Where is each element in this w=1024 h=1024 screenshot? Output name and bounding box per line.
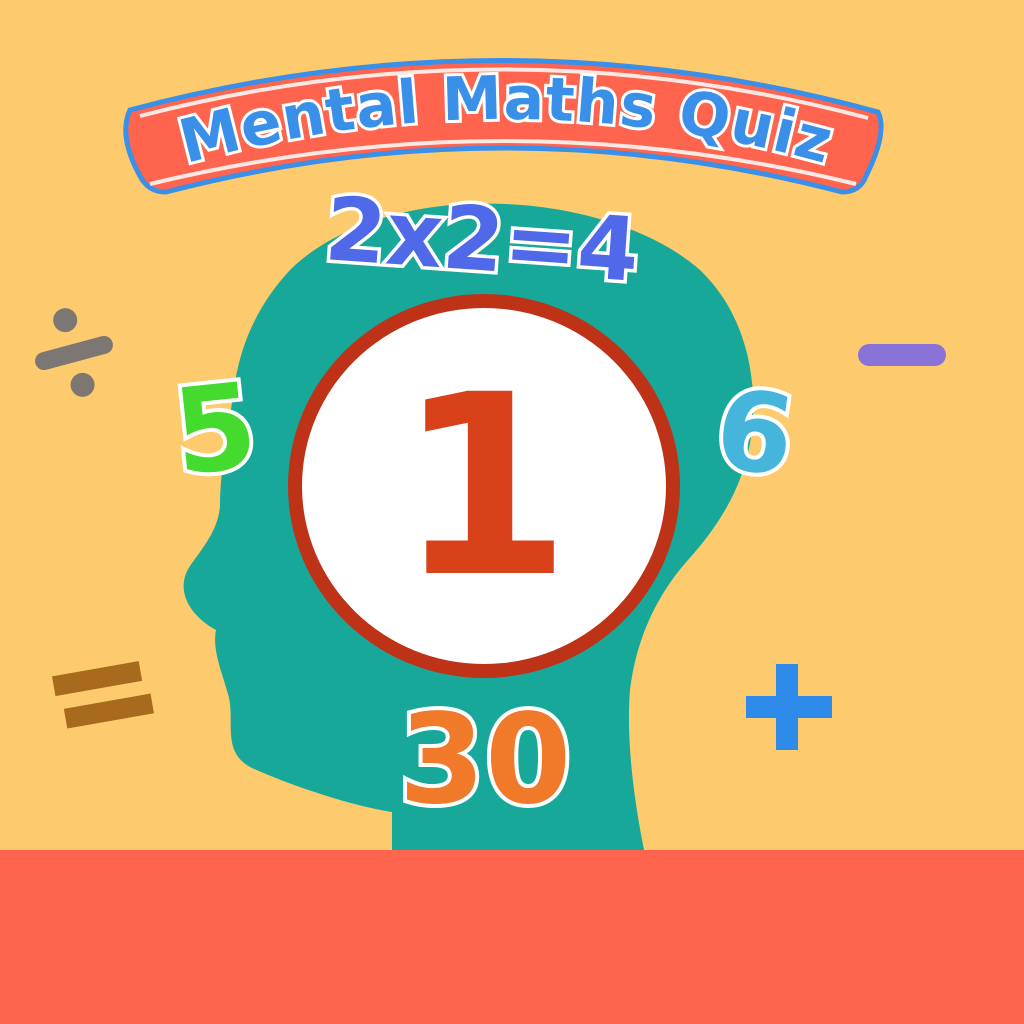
ground-band bbox=[0, 850, 1024, 1024]
number-badge: 1 bbox=[288, 294, 680, 678]
floating-number-five: 5 bbox=[163, 352, 267, 506]
app-icon-artwork: Mental Maths Quiz 2x2=4 1 5 6 30 bbox=[0, 0, 1024, 1024]
minus-symbol-icon bbox=[858, 344, 946, 366]
floating-number-thirty: 30 bbox=[395, 688, 576, 832]
plus-symbol-icon bbox=[746, 664, 832, 750]
equals-symbol-icon bbox=[52, 661, 154, 729]
badge-number: 1 bbox=[397, 341, 571, 632]
floating-number-six: 6 bbox=[704, 360, 806, 505]
divide-symbol-icon bbox=[35, 308, 113, 397]
